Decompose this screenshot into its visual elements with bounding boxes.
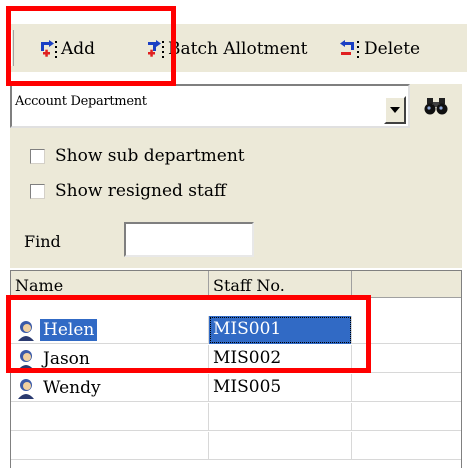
show-resigned-staff-checkbox[interactable] bbox=[30, 183, 45, 199]
add-button[interactable]: Add bbox=[39, 36, 95, 62]
column-header-staff-no[interactable]: Staff No. bbox=[209, 271, 352, 298]
department-selected-value: Account Department bbox=[15, 94, 147, 109]
name-cell[interactable]: Jason bbox=[11, 345, 209, 373]
show-sub-department-checkbox[interactable] bbox=[30, 148, 45, 164]
staff-name: Wendy bbox=[43, 378, 101, 398]
staff-name: Jason bbox=[43, 349, 90, 369]
empty-cell bbox=[209, 432, 352, 460]
chevron-down-icon bbox=[390, 107, 400, 113]
batch-allotment-label: Batch Allotment bbox=[168, 39, 308, 59]
column-header-empty bbox=[352, 271, 461, 298]
dropdown-arrow-button[interactable] bbox=[384, 96, 406, 124]
show-sub-department-label: Show sub department bbox=[55, 146, 245, 166]
name-cell[interactable]: Wendy bbox=[11, 374, 209, 402]
delete-button[interactable]: Delete bbox=[338, 36, 420, 62]
staff-no-cell[interactable]: MIS001 bbox=[209, 316, 352, 344]
binoculars-icon bbox=[424, 98, 448, 115]
empty-cell bbox=[352, 374, 461, 402]
table-row-empty bbox=[11, 403, 461, 431]
toolbar: Add Batch Allotment Delete bbox=[6, 24, 467, 72]
toolbar-grip[interactable] bbox=[11, 30, 14, 66]
user-icon bbox=[18, 321, 34, 341]
empty-cell bbox=[352, 316, 461, 344]
batch-add-icon bbox=[148, 40, 164, 58]
show-sub-department-option[interactable]: Show sub department bbox=[30, 146, 245, 166]
department-select[interactable]: Account Department bbox=[10, 84, 410, 128]
user-icon bbox=[18, 379, 34, 399]
user-icon bbox=[18, 350, 34, 370]
table-row[interactable]: Wendy MIS005 bbox=[11, 374, 461, 402]
show-resigned-staff-option[interactable]: Show resigned staff bbox=[30, 181, 226, 201]
column-header-name[interactable]: Name bbox=[11, 271, 209, 298]
add-user-icon bbox=[41, 40, 57, 58]
staff-list[interactable]: Name Staff No. Helen MIS001 Jason MIS002 bbox=[10, 270, 462, 468]
find-label: Find bbox=[24, 232, 61, 251]
name-cell[interactable]: Helen bbox=[11, 316, 209, 344]
delete-user-icon bbox=[340, 40, 359, 58]
table-row[interactable]: Helen MIS001 bbox=[11, 316, 461, 344]
empty-cell bbox=[209, 403, 352, 431]
delete-button-label: Delete bbox=[364, 39, 421, 59]
table-row[interactable]: Jason MIS002 bbox=[11, 345, 461, 373]
empty-cell bbox=[11, 403, 209, 431]
table-row-empty bbox=[11, 432, 461, 460]
empty-cell bbox=[11, 432, 209, 460]
staff-name: Helen bbox=[40, 319, 98, 341]
add-button-label: Add bbox=[61, 39, 96, 59]
staff-no-cell[interactable]: MIS002 bbox=[209, 345, 352, 373]
search-department-button[interactable] bbox=[416, 84, 456, 128]
batch-allotment-button[interactable]: Batch Allotment bbox=[146, 36, 308, 62]
show-resigned-staff-label: Show resigned staff bbox=[55, 181, 227, 201]
filter-panel: Show sub department Show resigned staff … bbox=[10, 128, 462, 268]
empty-cell bbox=[352, 345, 461, 373]
staff-no-cell[interactable]: MIS005 bbox=[209, 374, 352, 402]
department-row: Account Department bbox=[10, 84, 462, 128]
find-input[interactable] bbox=[124, 222, 254, 257]
